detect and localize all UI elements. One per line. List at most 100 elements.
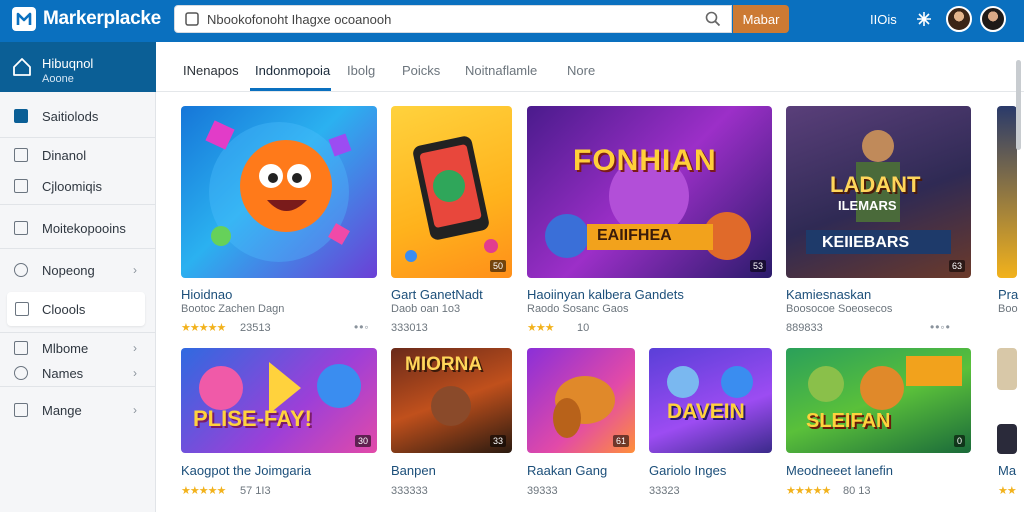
scrollbar-thumb[interactable] <box>1016 60 1021 150</box>
thumbnail-badge: 61 <box>612 435 629 447</box>
sidebar-home-sublabel: Aoone <box>42 73 74 85</box>
sidebar-item-label: Cjloomiqis <box>42 179 102 194</box>
game-thumbnail[interactable]: 61 <box>527 348 635 453</box>
thumbnail-badge: 50 <box>489 260 506 272</box>
sidebar-item-label: Saitiolods <box>42 109 99 124</box>
game-title[interactable]: Kamiesnaskan <box>786 287 871 302</box>
game-title[interactable]: Pra <box>998 287 1018 302</box>
chevron-right-icon: › <box>133 366 137 380</box>
active-tab-indicator <box>250 88 331 91</box>
sidebar-item-3[interactable]: Cjloomiqis <box>0 172 156 200</box>
game-thumbnail[interactable]: LADANT ILEMARS KEIIEBARS 63 <box>786 106 971 278</box>
thumbnail-title: LADANT <box>830 172 921 197</box>
game-thumbnail[interactable]: DAVEIN <box>649 348 772 453</box>
game-thumbnail[interactable]: PLISE-FAY! 30 <box>181 348 377 453</box>
game-title[interactable]: Raakan Gang <box>527 463 607 478</box>
square-icon <box>14 403 28 417</box>
more-dots-icon[interactable]: ••◦ <box>354 320 370 334</box>
sidebar: Hibuqnol Aoone Saitiolods Dinanol Cjloom… <box>0 42 156 512</box>
more-dots-icon[interactable]: ••◦• <box>930 320 951 334</box>
thumbnail-title: DAVEIN <box>667 400 745 423</box>
tab-1[interactable]: INenapos <box>183 63 239 78</box>
game-publisher: Boo <box>998 303 1018 315</box>
divider <box>0 248 156 249</box>
sidebar-item-2[interactable]: Dinanol <box>0 141 156 169</box>
chevron-right-icon: › <box>133 263 137 277</box>
sidebar-item-label: Mange <box>42 403 82 418</box>
sidebar-item-home[interactable]: Hibuqnol Aoone <box>0 42 156 92</box>
sidebar-item-6[interactable]: Cloools <box>7 292 145 326</box>
sidebar-item-9[interactable]: Mange › <box>0 396 156 424</box>
sidebar-item-1[interactable]: Saitiolods <box>0 102 156 130</box>
game-title[interactable]: Gariolo Inges <box>649 463 726 478</box>
game-publisher: Raodo Sosanc Gaos <box>527 303 629 315</box>
game-title[interactable]: Ma <box>998 463 1016 478</box>
box-icon <box>14 341 28 355</box>
divider <box>0 332 156 333</box>
tab-3[interactable]: Ibolg <box>347 63 375 78</box>
chevron-right-icon: › <box>133 403 137 417</box>
thumbnail-subtitle: EAIIFHEA <box>597 227 672 244</box>
sidebar-item-8[interactable]: Names › <box>0 359 156 387</box>
rating-count: 39333 <box>527 485 558 497</box>
tab-6[interactable]: Nore <box>567 63 595 78</box>
rating-count: 889833 <box>786 322 823 334</box>
category-tabs: INenapos Indonmopoia Ibolg Poicks Noitna… <box>156 42 1024 92</box>
tab-4[interactable]: Poicks <box>402 63 440 78</box>
search-input[interactable] <box>207 6 687 32</box>
thumbnail-title: MIORNA <box>405 354 483 375</box>
thumbnail-caption: KEIIEBARS <box>822 234 910 251</box>
sparkle-icon[interactable] <box>915 10 933 33</box>
game-title[interactable]: Banpen <box>391 463 436 478</box>
search-icon <box>185 12 199 31</box>
sidebar-item-label: Dinanol <box>42 148 87 163</box>
home-icon <box>11 56 33 83</box>
game-title[interactable]: Meodneeet lanefin <box>786 463 893 478</box>
circle-icon <box>14 263 28 277</box>
magnifier-icon[interactable] <box>705 11 721 32</box>
rating-count: 80 13 <box>843 485 871 497</box>
search-button[interactable]: Mabar <box>733 5 789 33</box>
sidebar-item-5[interactable]: Nopeong › <box>0 256 156 284</box>
thumbnail-badge: 33 <box>489 435 506 447</box>
game-thumbnail[interactable]: SLEIFAN 0 <box>786 348 971 453</box>
game-thumbnail[interactable] <box>997 424 1017 454</box>
game-title[interactable]: Haoiinyan kalbera Gandets <box>527 287 684 302</box>
game-publisher: Daob oan 1o3 <box>391 303 461 315</box>
game-title[interactable]: Kaogpot the Joimgaria <box>181 463 311 478</box>
game-title[interactable]: Gart GanetNadt <box>391 287 483 302</box>
thumbnail-subtitle: ILEMARS <box>838 198 897 213</box>
game-title[interactable]: Hioidnao <box>181 287 232 302</box>
list-icon <box>14 221 28 235</box>
game-publisher: Bootoc Zachen Dagn <box>181 303 285 315</box>
thumbnail-badge: 30 <box>354 435 371 447</box>
rating-count: 333013 <box>391 322 428 334</box>
game-thumbnail[interactable] <box>997 106 1017 278</box>
sidebar-item-label: Moitekopooins <box>42 221 126 236</box>
divider <box>0 386 156 387</box>
top-link[interactable]: IIOis <box>870 12 897 27</box>
sidebar-item-label: Cloools <box>42 302 86 317</box>
box-icon <box>14 179 28 193</box>
thumbnail-title: PLISE-FAY! <box>193 406 312 431</box>
sidebar-item-4[interactable]: Moitekopooins <box>0 214 156 242</box>
avatar[interactable] <box>980 6 1006 32</box>
tab-5[interactable]: Noitnaflamle <box>465 63 537 78</box>
avatar[interactable] <box>946 6 972 32</box>
game-thumbnail[interactable]: 50 <box>391 106 512 278</box>
sidebar-item-7[interactable]: Mlbome › <box>0 334 156 362</box>
app-logo[interactable]: Markerplacke <box>12 7 161 31</box>
logo-icon <box>12 7 36 31</box>
game-thumbnail[interactable]: FONHIAN EAIIFHEA 53 <box>527 106 772 278</box>
rating-count: 33323 <box>649 485 680 497</box>
thumbnail-badge: 53 <box>749 260 766 272</box>
game-thumbnail[interactable] <box>997 348 1017 390</box>
sidebar-item-label: Nopeong <box>42 263 95 278</box>
game-thumbnail[interactable] <box>181 106 377 278</box>
top-bar: Markerplacke Mabar IIOis <box>0 0 1024 42</box>
sidebar-home-label: Hibuqnol <box>42 56 94 71</box>
game-thumbnail[interactable]: MIORNA 33 <box>391 348 512 453</box>
grid-icon <box>14 109 28 123</box>
rating-count: 10 <box>577 322 590 334</box>
tab-2[interactable]: Indonmopoia <box>255 63 330 78</box>
